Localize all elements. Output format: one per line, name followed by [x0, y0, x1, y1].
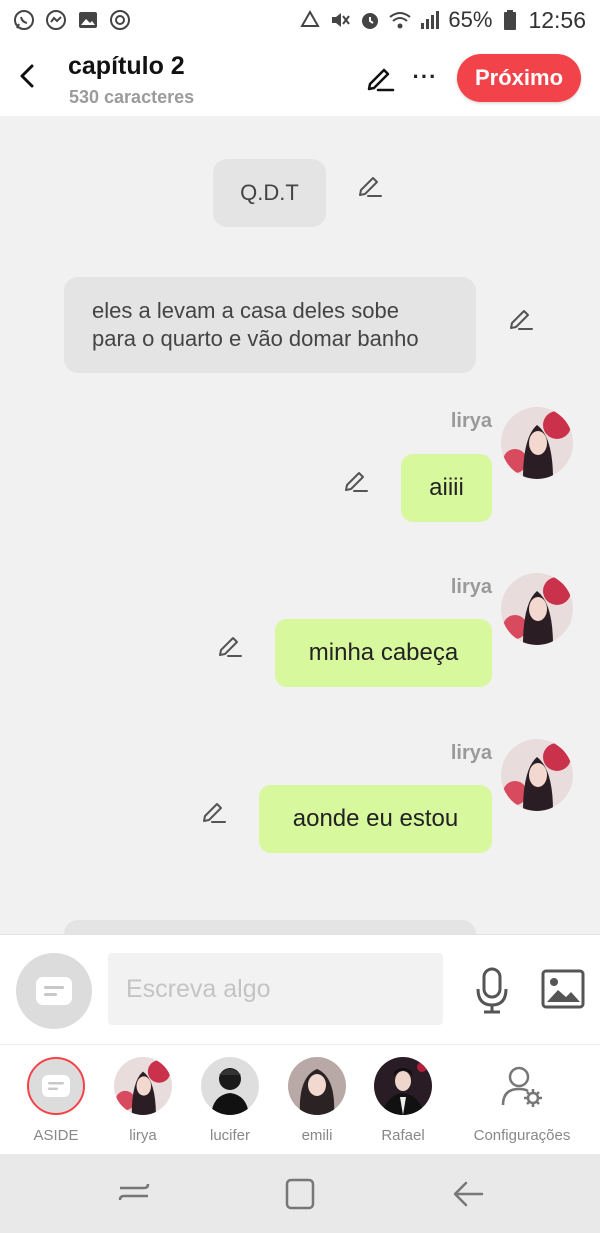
aside-toggle-button[interactable] — [16, 953, 92, 1029]
recycle-icon — [298, 8, 322, 32]
status-bar: 65% 12:56 — [0, 0, 600, 40]
pencil-icon — [367, 68, 395, 92]
character-bubble[interactable]: minha cabeça — [275, 619, 492, 687]
settings-label: Configurações — [473, 1127, 571, 1144]
gallery-icon — [76, 8, 100, 32]
alarm-icon — [358, 8, 382, 32]
character-selector: ASIDE lirya lucifer emili Rafael Configu… — [0, 1044, 600, 1154]
home-button[interactable] — [280, 1174, 320, 1214]
character-name: emili — [301, 1127, 333, 1144]
narration-icon — [42, 1075, 70, 1097]
character-count: 530 caracteres — [69, 87, 195, 107]
user-settings-icon — [493, 1057, 551, 1115]
microphone-icon — [476, 967, 508, 1014]
character-name: lirya — [129, 1127, 157, 1144]
battery-percent: 65% — [448, 7, 493, 32]
chapter-header: capítulo 2 530 caracteres ··· Próximo — [0, 40, 600, 116]
microphone-button[interactable] — [472, 965, 512, 1015]
avatar — [114, 1057, 172, 1115]
character-bubble[interactable]: aonde eu estou — [259, 785, 492, 853]
mute-icon — [328, 8, 352, 32]
pencil-icon — [510, 310, 533, 330]
pencil-icon — [359, 177, 382, 197]
pencil-icon — [345, 472, 368, 492]
avatar — [27, 1057, 85, 1115]
edit-title-button[interactable] — [364, 62, 396, 94]
messenger-icon — [44, 8, 68, 32]
edit-message-button[interactable] — [200, 797, 228, 825]
narration-bubble[interactable]: Q.D.T — [213, 159, 326, 227]
sender-name: lirya — [450, 576, 492, 598]
character-rafael[interactable]: Rafael — [358, 1057, 448, 1144]
avatar — [201, 1057, 259, 1115]
message-text: eles a levam a casa deles sobe para o qu… — [92, 298, 419, 351]
message-input[interactable] — [108, 953, 443, 1025]
pencil-icon — [203, 803, 226, 823]
message-text: minha cabeça — [308, 639, 459, 666]
character-lucifer[interactable]: lucifer — [185, 1057, 275, 1144]
back-button[interactable] — [10, 56, 44, 96]
home-icon — [285, 1178, 315, 1210]
back-arrow-icon — [453, 1181, 484, 1207]
narration-icon — [36, 977, 72, 1005]
recent-apps-button[interactable] — [114, 1174, 154, 1214]
chapter-title: capítulo 2 — [68, 52, 185, 80]
avatar — [501, 573, 573, 645]
avatar — [501, 407, 573, 479]
sender-name: lirya — [450, 410, 492, 432]
image-icon — [541, 969, 585, 1009]
system-nav-bar — [0, 1154, 600, 1233]
avatar — [288, 1057, 346, 1115]
edit-message-button[interactable] — [342, 466, 370, 494]
avatar — [374, 1057, 432, 1115]
chevron-left-icon — [20, 64, 34, 88]
settings-button[interactable]: Configurações — [466, 1057, 578, 1144]
whatsapp-icon — [12, 8, 36, 32]
next-button[interactable]: Próximo — [457, 54, 581, 102]
edit-message-button[interactable] — [216, 631, 244, 659]
chrome-icon — [108, 8, 132, 32]
character-bubble[interactable]: aiiii — [401, 454, 492, 522]
character-name: Rafael — [381, 1127, 425, 1144]
character-aside[interactable]: ASIDE — [11, 1057, 101, 1144]
edit-message-button[interactable] — [507, 304, 535, 332]
system-back-button[interactable] — [448, 1174, 488, 1214]
message-text: aonde eu estou — [292, 805, 459, 832]
character-lirya[interactable]: lirya — [98, 1057, 188, 1144]
story-chat: Q.D.T eles a levam a casa deles sobe par… — [0, 116, 600, 934]
composer — [0, 934, 600, 1044]
avatar — [501, 739, 573, 811]
sender-name: lirya — [450, 742, 492, 764]
message-text: Q.D.T — [240, 180, 299, 205]
wifi-icon — [388, 8, 412, 32]
character-emili[interactable]: emili — [272, 1057, 362, 1144]
signal-icon — [418, 8, 442, 32]
character-name: ASIDE — [33, 1127, 79, 1144]
message-text: aiiii — [429, 474, 464, 501]
narration-bubble[interactable]: eles a levam a casa deles sobe para o qu… — [64, 277, 476, 373]
add-image-button[interactable] — [540, 967, 586, 1011]
more-options-button[interactable]: ··· — [410, 62, 440, 92]
pencil-icon — [219, 637, 242, 657]
recent-apps-icon — [118, 1183, 150, 1201]
character-name: lucifer — [209, 1127, 250, 1144]
edit-message-button[interactable] — [356, 171, 384, 199]
battery-icon — [498, 8, 522, 32]
narration-bubble[interactable] — [64, 920, 476, 934]
clock: 12:56 — [528, 6, 586, 33]
